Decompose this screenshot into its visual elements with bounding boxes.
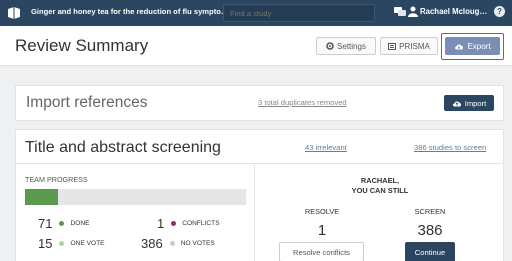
cloud-download-icon <box>455 44 464 49</box>
resolve-count: 1 <box>317 222 327 239</box>
cloud-upload-icon <box>452 101 461 106</box>
covidence-logo-icon[interactable] <box>6 5 22 21</box>
team-progress-fill <box>25 189 59 205</box>
you-can-still-message: RACHAEL, YOU CAN STILL <box>255 176 505 196</box>
export-button[interactable]: Export <box>445 37 500 55</box>
screening-card-header: Title and abstract screening 43 irreleva… <box>16 130 503 164</box>
prisma-icon <box>388 42 397 50</box>
conflicts-label: CONFLICTS <box>182 220 220 227</box>
search-input[interactable] <box>223 4 375 22</box>
one-vote-count: 15 <box>38 236 53 251</box>
gear-icon <box>326 42 334 50</box>
export-label: Export <box>467 41 491 51</box>
page-title: Review Summary <box>15 36 149 55</box>
stat-no-votes: 386 NO VOTES <box>141 236 215 251</box>
help-icon[interactable]: ? <box>494 6 505 17</box>
top-navigation-bar: Ginger and honey tea for the reduction o… <box>0 0 512 26</box>
study-title[interactable]: Ginger and honey tea for the reduction o… <box>31 7 228 16</box>
screen-count: 386 <box>417 222 443 239</box>
import-label: Import <box>464 98 487 108</box>
screen-heading: SCREEN <box>414 207 446 216</box>
conflicts-count: 1 <box>157 216 165 231</box>
studies-to-screen-link[interactable]: 386 studies to screen <box>414 143 486 152</box>
done-dot-icon <box>59 221 65 226</box>
prisma-button[interactable]: PRISMA <box>380 37 438 55</box>
irrelevant-link[interactable]: 43 irrelevant <box>305 143 347 152</box>
settings-label: Settings <box>337 41 366 51</box>
prisma-label: PRISMA <box>399 41 430 51</box>
page-header: Review Summary Settings PRISMA Export <box>0 26 512 66</box>
user-icon[interactable] <box>408 6 418 17</box>
conflicts-dot-icon <box>171 221 177 226</box>
import-references-title: Import references <box>26 94 148 111</box>
team-progress-label: TEAM PROGRESS <box>25 175 88 184</box>
user-name[interactable]: Rachael Mcloug… <box>420 7 487 16</box>
continue-button[interactable]: Continue <box>405 242 455 261</box>
one-vote-label: ONE VOTE <box>70 240 105 247</box>
title-abstract-screening-card: Title and abstract screening 43 irreleva… <box>15 129 504 261</box>
done-label: DONE <box>70 220 90 227</box>
no-votes-label: NO VOTES <box>180 240 215 247</box>
no-votes-count: 386 <box>141 236 163 251</box>
import-button[interactable]: Import <box>444 95 494 111</box>
resolve-conflicts-button[interactable]: Resolve conflicts <box>279 242 364 261</box>
settings-button[interactable]: Settings <box>316 37 376 55</box>
stat-conflicts: 1 CONFLICTS <box>157 216 220 231</box>
done-count: 71 <box>38 216 53 231</box>
no-votes-dot-icon <box>169 241 175 246</box>
greeting-you-can-still: YOU CAN STILL <box>351 186 409 195</box>
stat-done: 71 DONE <box>38 216 90 231</box>
screening-title: Title and abstract screening <box>25 139 221 156</box>
one-vote-dot-icon <box>59 241 65 246</box>
chat-icon[interactable] <box>394 7 406 17</box>
duplicates-removed-link[interactable]: 3 total duplicates removed <box>258 98 347 107</box>
import-references-card: Import references 3 total duplicates rem… <box>15 85 504 121</box>
resolve-heading: RESOLVE <box>304 207 340 216</box>
team-progress-bar <box>25 189 246 205</box>
greeting-name: RACHAEL, <box>360 176 400 185</box>
stat-one-vote: 15 ONE VOTE <box>38 236 105 251</box>
